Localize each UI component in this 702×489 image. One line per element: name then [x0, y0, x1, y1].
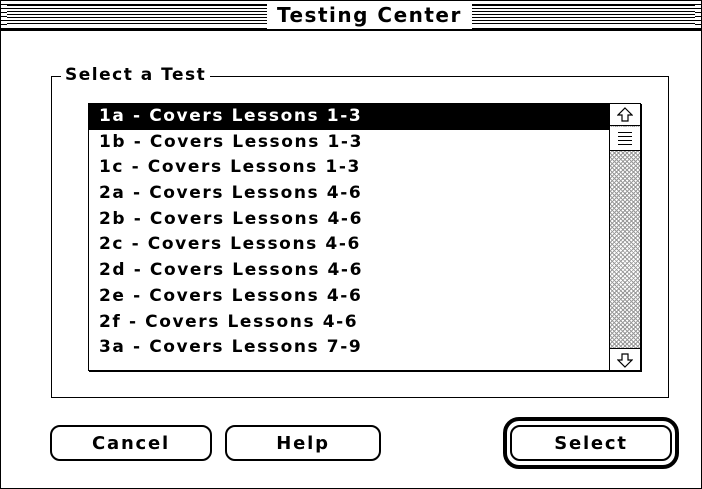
- list-item[interactable]: 2c - Covers Lessons 4-6: [89, 232, 609, 258]
- cancel-button[interactable]: Cancel: [50, 425, 212, 461]
- list-item[interactable]: 3a - Covers Lessons 7-9: [89, 335, 609, 361]
- window-title: Testing Center: [267, 1, 472, 29]
- list-item[interactable]: 1b - Covers Lessons 1-3: [89, 130, 609, 156]
- arrow-up-icon: [617, 106, 633, 122]
- thumb-grip: [618, 140, 632, 141]
- list-item-selected[interactable]: 1a - Covers Lessons 1-3: [89, 104, 609, 130]
- test-list[interactable]: 1a - Covers Lessons 1-3 1b - Covers Less…: [88, 103, 641, 371]
- list-item[interactable]: 2b - Covers Lessons 4-6: [89, 207, 609, 233]
- list-item[interactable]: 2f - Covers Lessons 4-6: [89, 310, 609, 336]
- scroll-down-button[interactable]: [610, 348, 640, 370]
- dialog-window: Testing Center Select a Test 1a - Covers…: [0, 0, 702, 489]
- vertical-scrollbar[interactable]: [609, 104, 640, 370]
- title-bar[interactable]: Testing Center: [1, 1, 701, 31]
- list-item[interactable]: 1c - Covers Lessons 1-3: [89, 155, 609, 181]
- arrow-down-icon: [617, 352, 633, 368]
- select-button[interactable]: Select: [510, 425, 672, 461]
- scroll-up-button[interactable]: [610, 104, 640, 126]
- scroll-thumb[interactable]: [610, 127, 640, 151]
- help-button[interactable]: Help: [225, 425, 381, 461]
- thumb-grip: [618, 144, 632, 145]
- list-item[interactable]: 2d - Covers Lessons 4-6: [89, 258, 609, 284]
- test-list-items: 1a - Covers Lessons 1-3 1b - Covers Less…: [89, 104, 609, 370]
- thumb-grip: [618, 132, 632, 133]
- list-item[interactable]: 2e - Covers Lessons 4-6: [89, 284, 609, 310]
- list-item[interactable]: 2a - Covers Lessons 4-6: [89, 181, 609, 207]
- group-label: Select a Test: [61, 62, 211, 88]
- thumb-grip: [618, 136, 632, 137]
